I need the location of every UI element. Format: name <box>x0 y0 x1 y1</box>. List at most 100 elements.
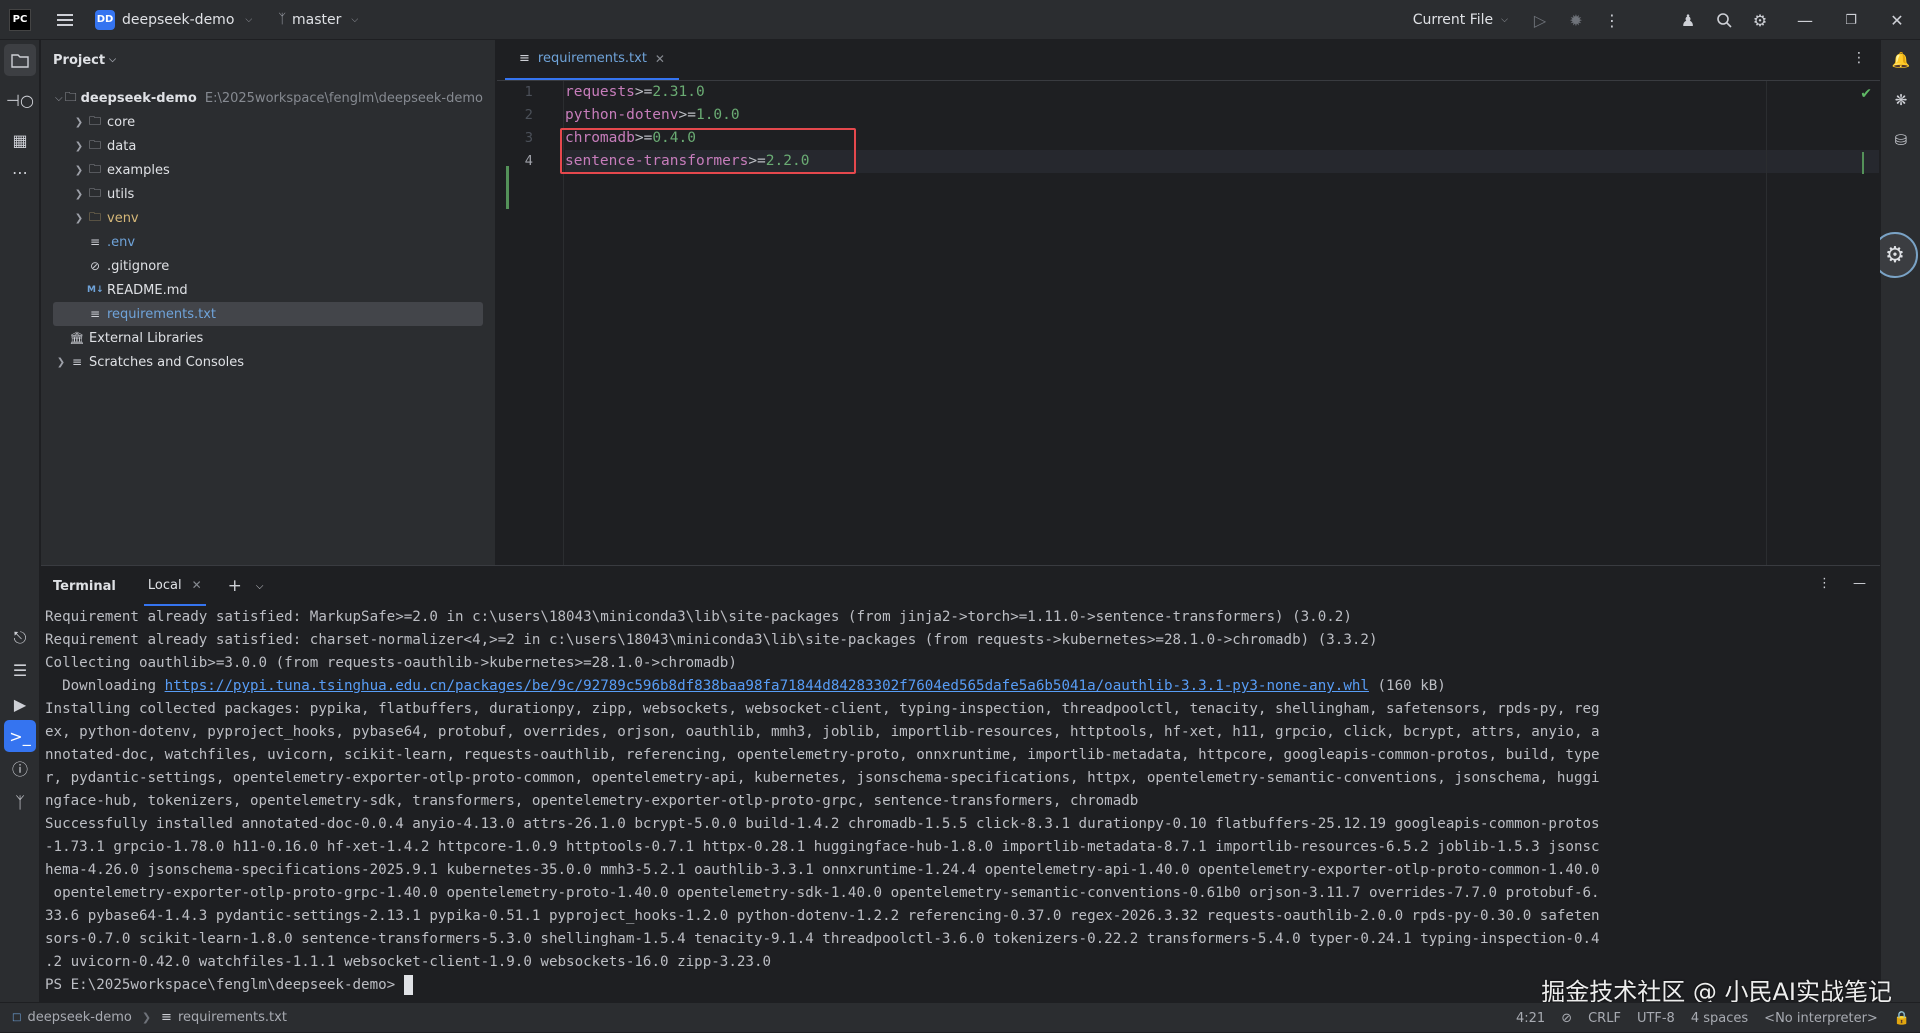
branch-switcher[interactable]: ᛉ master ⌵ <box>278 12 358 28</box>
library-icon: 🏛 <box>69 331 85 345</box>
text-file-icon: ≡ <box>89 235 101 249</box>
project-tool-folder-icon[interactable] <box>4 44 36 76</box>
collapse-arrow-icon[interactable]: ❯ <box>71 189 87 200</box>
tree-item-scratches[interactable]: ❯ ≡ Scratches and Consoles <box>53 350 483 374</box>
more-actions-icon[interactable]: ⋮ <box>1594 0 1630 40</box>
terminal-line: Collecting oauthlib>=3.0.0 (from request… <box>45 655 737 671</box>
structure-icon[interactable]: ▦ <box>4 124 36 156</box>
markdown-icon: M↓ <box>87 285 104 295</box>
notifications-bell-icon[interactable]: 🔔 <box>1885 44 1917 76</box>
terminal-tab-label: Local <box>147 577 182 593</box>
text-file-icon: ≡ <box>519 51 530 66</box>
chevron-down-icon[interactable]: ⌵ <box>256 581 264 592</box>
branch-name: master <box>292 11 342 28</box>
no-problems-check-icon[interactable]: ✔ <box>1860 86 1872 102</box>
terminal-line: r, pydantic-settings, opentelemetry-expo… <box>45 770 1600 786</box>
layers-icon[interactable]: ☰ <box>4 654 36 686</box>
tree-root[interactable]: ⌵ 🗀 deepseek-demo E:\2025workspace\fengl… <box>53 86 483 110</box>
terminal-line: Requirement already satisfied: charset-n… <box>45 632 1378 648</box>
terminal-line: -1.73.1 grpcio-1.78.0 h11-0.16.0 hf-xet-… <box>45 839 1600 855</box>
close-tab-icon[interactable]: ✕ <box>192 578 202 592</box>
tree-item-external-libraries[interactable]: 🏛 External Libraries <box>53 326 483 350</box>
services-icon[interactable]: ▶ <box>4 688 36 720</box>
collapse-arrow-icon[interactable]: ❯ <box>71 213 87 224</box>
interpreter-selector[interactable]: <No interpreter> <box>1764 1011 1878 1026</box>
expand-arrow-icon[interactable]: ⌵ <box>53 93 65 104</box>
tree-item-requirements[interactable]: ≡ requirements.txt <box>53 302 483 326</box>
operator: >= <box>678 107 696 123</box>
new-terminal-plus-icon[interactable]: + <box>228 576 242 596</box>
line-separator[interactable]: CRLF <box>1588 1011 1621 1026</box>
close-tab-icon[interactable]: ✕ <box>655 52 665 66</box>
tree-item-utils[interactable]: ❯ 🗀 utils <box>53 182 483 206</box>
terminal-icon[interactable]: >_ <box>4 720 36 752</box>
tree-item-label: requirements.txt <box>107 306 217 322</box>
tree-item-label: Scratches and Consoles <box>89 354 245 370</box>
lock-icon[interactable]: 🔒 <box>1894 1011 1910 1026</box>
terminal-line: sors-0.7.0 scikit-learn-1.8.0 sentence-t… <box>45 931 1600 947</box>
package-name: python-dotenv <box>565 107 679 123</box>
chevron-right-icon: ❯ <box>141 1011 152 1024</box>
minimize-icon[interactable]: — <box>1782 0 1828 40</box>
more-tabs-icon[interactable]: ⋮ <box>1852 50 1866 66</box>
add-user-icon[interactable]: ♟ <box>1670 0 1706 40</box>
editor-tab-label: requirements.txt <box>537 51 647 66</box>
ai-assistant-icon[interactable]: ❋ <box>1885 84 1917 116</box>
download-link[interactable]: https://pypi.tuna.tsinghua.edu.cn/packag… <box>165 678 1369 694</box>
run-configuration-label: Current File <box>1412 12 1494 28</box>
close-icon[interactable]: ✕ <box>1874 0 1920 40</box>
collapse-arrow-icon[interactable]: ❯ <box>71 117 87 128</box>
code-line: requests>=2.31.0 <box>565 81 705 104</box>
tree-item-examples[interactable]: ❯ 🗀 examples <box>53 158 483 182</box>
left-tool-strip: ⊣○ ▦ ⋯ ⎋ ☰ ▶ >_ ⓘ ᛉ <box>0 40 40 1002</box>
file-encoding[interactable]: UTF-8 <box>1637 1011 1675 1026</box>
indent-setting[interactable]: 4 spaces <box>1691 1011 1748 1026</box>
folder-icon: 🗀 <box>64 89 77 104</box>
debug-icon[interactable]: ✹ <box>1558 0 1594 40</box>
folder-icon: 🗀 <box>88 185 101 200</box>
vcs-added-marker[interactable] <box>506 166 509 209</box>
breadcrumb-file[interactable]: requirements.txt <box>178 1010 287 1025</box>
settings-gear-icon[interactable]: ⚙ <box>1742 0 1778 40</box>
breadcrumb-project[interactable]: deepseek-demo <box>27 1010 131 1025</box>
restore-icon[interactable]: ❐ <box>1828 0 1874 40</box>
readonly-toggle-icon[interactable]: ⊘ <box>1561 1011 1572 1026</box>
tree-item-data[interactable]: ❯ 🗀 data <box>53 134 483 158</box>
project-panel-header[interactable]: Project ⌵ <box>41 40 495 80</box>
terminal-line: Downloading https://pypi.tuna.tsinghua.e… <box>45 675 1873 698</box>
project-switcher[interactable]: DD deepseek-demo ⌵ <box>95 9 253 30</box>
python-packages-icon[interactable]: ⎋ <box>4 622 36 654</box>
terminal-tab-local[interactable]: Local ✕ <box>143 566 206 606</box>
editor-tab-requirements[interactable]: ≡ requirements.txt ✕ <box>505 39 679 80</box>
tree-item-label: .env <box>107 234 136 250</box>
tree-item-venv[interactable]: ❯ 🗀 venv <box>53 206 483 230</box>
download-prefix: Downloading <box>45 678 165 694</box>
tree-item-label: core <box>107 114 136 130</box>
run-configuration-selector[interactable]: Current File ⌵ <box>1413 12 1508 28</box>
main-menu-icon[interactable] <box>57 13 73 26</box>
database-icon[interactable]: ⛁ <box>1885 124 1917 156</box>
more-options-icon[interactable]: ⋮ <box>1818 576 1831 591</box>
terminal-title: Terminal <box>53 578 116 594</box>
run-icon[interactable]: ▷ <box>1522 0 1558 40</box>
hide-panel-icon[interactable]: — <box>1853 576 1866 591</box>
collapse-arrow-icon[interactable]: ❯ <box>53 357 69 368</box>
commit-icon[interactable]: ⊣○ <box>4 84 36 116</box>
git-branch-icon: ᛉ <box>278 12 287 27</box>
more-tools-icon[interactable]: ⋯ <box>4 156 36 188</box>
tree-item-core[interactable]: ❯ 🗀 core <box>53 110 483 134</box>
editor-tab-bar: ≡ requirements.txt ✕ ⋮ <box>497 40 1880 81</box>
tree-item-env[interactable]: ≡ .env <box>53 230 483 254</box>
caret-position[interactable]: 4:21 <box>1516 1011 1545 1026</box>
collapse-arrow-icon[interactable]: ❯ <box>71 165 87 176</box>
scrollbar-change-marker[interactable] <box>1862 152 1864 174</box>
search-icon[interactable] <box>1706 0 1742 40</box>
chevron-down-icon: ⌵ <box>245 14 253 25</box>
terminal-output[interactable]: Requirement already satisfied: MarkupSaf… <box>45 606 1873 997</box>
problems-icon[interactable]: ⓘ <box>4 752 36 784</box>
status-bar: □ deepseek-demo ❯ ≡ requirements.txt 4:2… <box>0 1002 1920 1032</box>
git-icon[interactable]: ᛉ <box>4 786 36 818</box>
tree-item-readme[interactable]: M↓ README.md <box>53 278 483 302</box>
collapse-arrow-icon[interactable]: ❯ <box>71 141 87 152</box>
tree-item-gitignore[interactable]: ⊘ .gitignore <box>53 254 483 278</box>
